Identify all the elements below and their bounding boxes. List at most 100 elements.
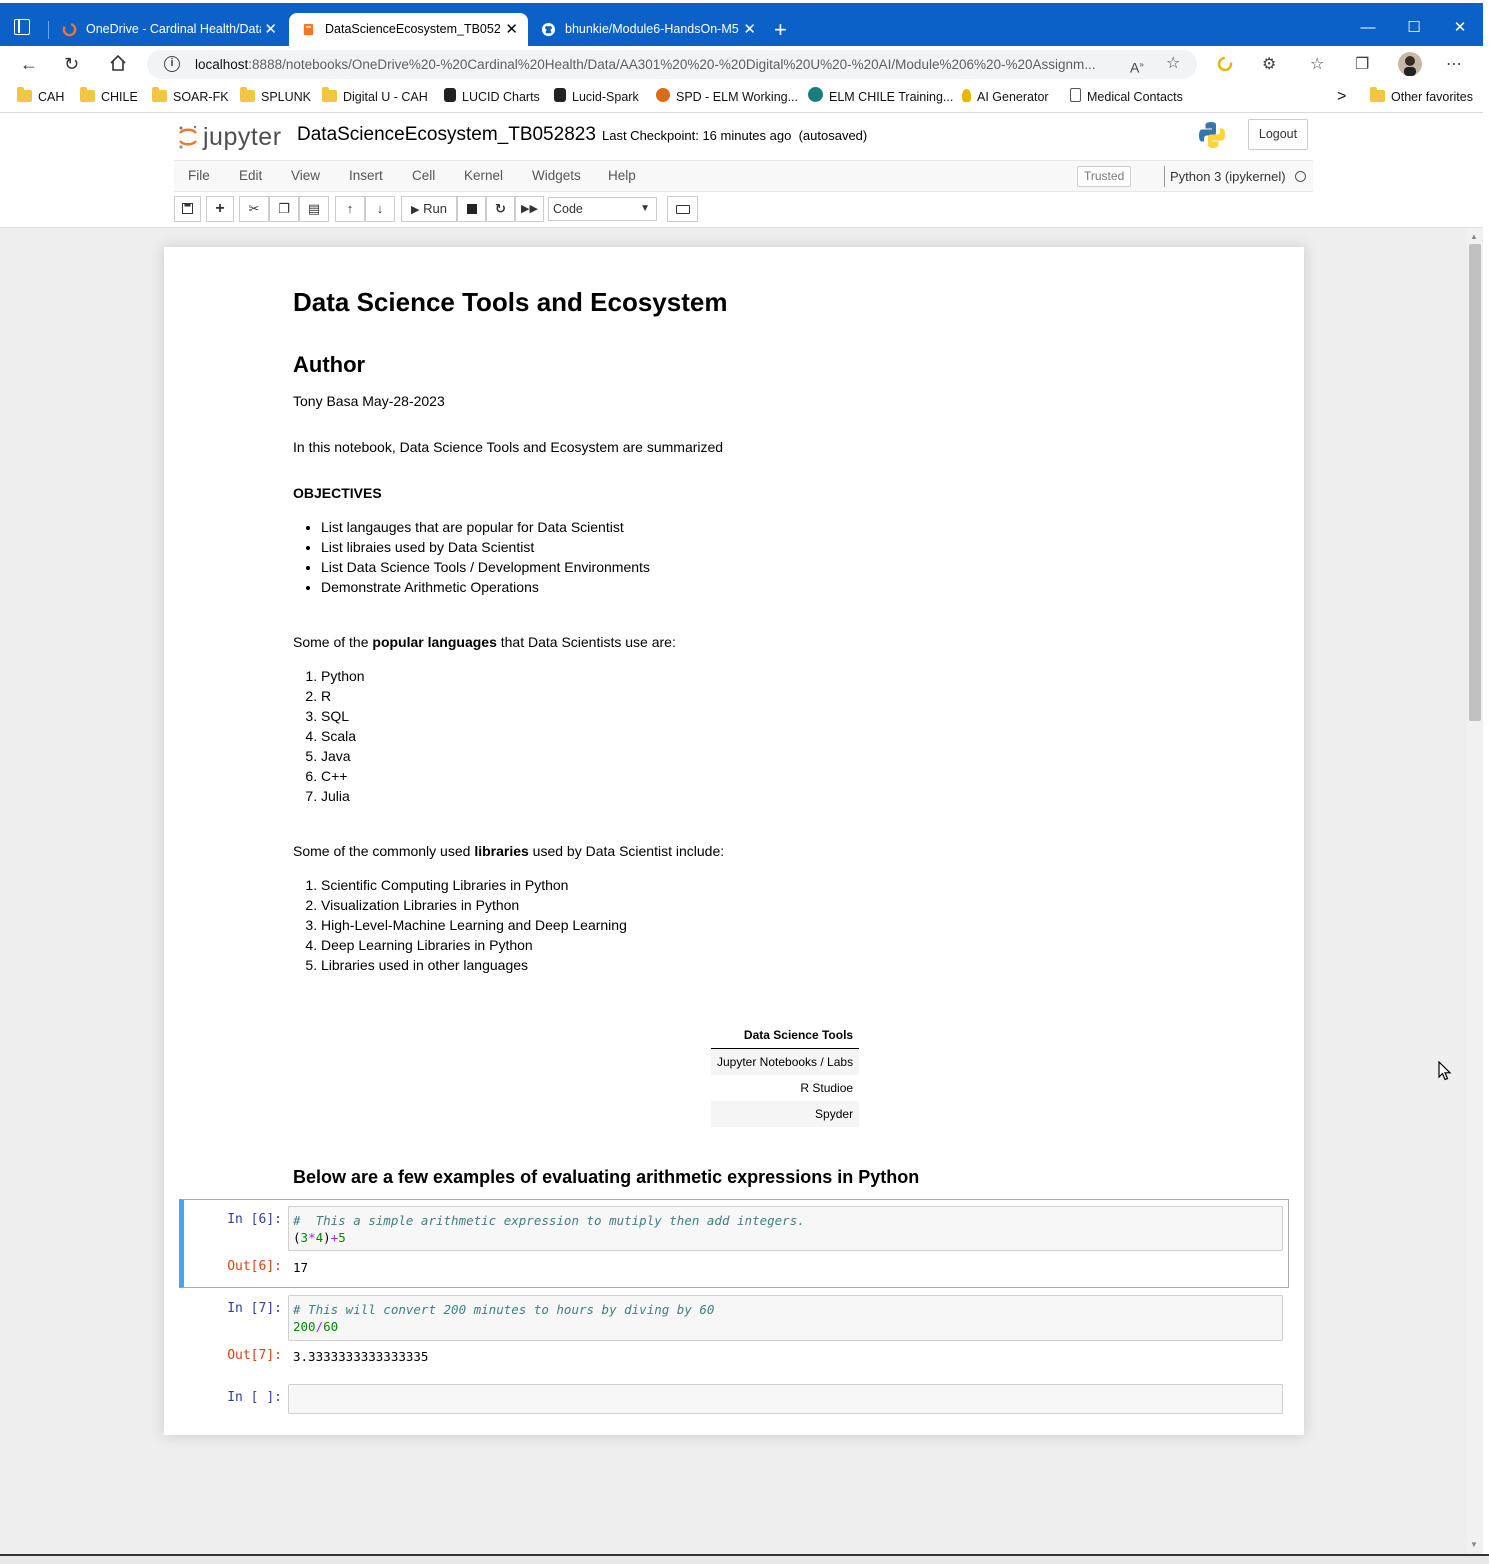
jupyter-wordmark: jupyter [203,123,282,151]
onedrive-icon [62,22,77,37]
back-arrow-icon[interactable]: ← [20,54,38,74]
tab-onedrive[interactable]: OneDrive - Cardinal Health/Data ✕ [50,13,287,46]
libraries-list: Scientific Computing Libraries in Python… [293,875,627,975]
bookmark-spd-elm[interactable]: SPD - ELM Working... [656,83,798,111]
list-item: Julia [321,786,365,806]
command-palette-button[interactable] [667,196,698,222]
arrow-down-icon: ↓ [376,201,384,216]
jupyter-icon [303,23,314,36]
insert-cell-button[interactable]: + [206,196,234,222]
input-prompt: In [6]: [227,1212,282,1227]
cell-output: 3.3333333333333335 [293,1349,429,1364]
window-close-button[interactable]: ✕ [1438,13,1482,43]
maximize-button[interactable]: ☐ [1392,13,1436,43]
folder-icon [240,87,255,102]
scrollbar[interactable]: ▲ ▼ [1467,228,1483,1554]
cell-type-select[interactable]: Code ▼ [548,197,657,221]
site-info-icon[interactable]: i [164,56,180,72]
list-item: List libraies used by Data Scientist [321,537,650,557]
code-input[interactable]: # This a simple arithmetic expression to… [288,1206,1283,1251]
code-input[interactable]: # This will convert 200 minutes to hours… [288,1295,1283,1341]
scroll-up-icon[interactable]: ▲ [1470,232,1478,241]
bookmark-elm-chile[interactable]: ELM CHILE Training... [808,83,953,111]
arithmetic-heading: Below are a few examples of evaluating a… [293,1167,920,1187]
menu-widgets[interactable]: Widgets [532,161,581,191]
chevron-right-icon[interactable]: > [1337,83,1346,111]
bookmark-cah[interactable]: CAH [17,83,64,111]
bookmark-soar-fk[interactable]: SOAR-FK [152,83,229,111]
folder-icon [152,87,167,102]
extensions-icon[interactable]: ⚙ [1262,55,1276,75]
save-button[interactable] [174,196,201,222]
page-icon [1070,88,1081,102]
menu-insert[interactable]: Insert [349,161,383,191]
menu-bar: File Edit View Insert Cell Kernel Widget… [174,160,1313,192]
bookmark-ai-generator[interactable]: AI Generator [962,83,1049,111]
bookmark-digital-u[interactable]: Digital U - CAH [322,83,428,111]
close-icon[interactable]: ✕ [743,13,756,46]
more-menu-icon[interactable]: ⋯ [1446,55,1462,75]
run-button[interactable]: ▶ Run [401,196,457,222]
list-item: List Data Science Tools / Development En… [321,557,650,577]
notebook-toolbar: + ✂ ❐ ▤ ↑ ↓ ▶ Run ↻ ▶▶ Code ▼ [174,196,1313,224]
bookmark-lucid-charts[interactable]: LUCID Charts [444,83,540,111]
new-tab-button[interactable]: + [774,13,787,46]
menu-view[interactable]: View [291,161,320,191]
arrow-up-icon: ↑ [346,201,354,216]
url-text[interactable]: localhost:8888/notebooks/OneDrive%20-%20… [195,50,1120,79]
plus-icon: + [215,200,225,217]
menu-kernel[interactable]: Kernel [464,161,503,191]
list-item: Python [321,666,365,686]
trusted-indicator[interactable]: Trusted [1077,166,1132,187]
cut-button[interactable]: ✂ [239,196,269,222]
bookmark-medical-contacts[interactable]: Medical Contacts [1070,83,1183,111]
browser-window: OneDrive - Cardinal Health/Data ✕ DataSc… [0,0,1489,1564]
move-down-button[interactable]: ↓ [365,196,395,222]
copy-button[interactable]: ❐ [269,196,299,222]
restart-button[interactable]: ↻ [486,196,515,222]
tab-actions-icon[interactable] [14,19,30,35]
table-row: Spyder [711,1100,860,1127]
restart-run-all-button[interactable]: ▶▶ [515,196,544,222]
close-icon[interactable]: ✕ [505,13,518,46]
notebook-name[interactable]: DataScienceEcosystem_TB052823 [297,122,596,148]
paste-button[interactable]: ▤ [299,196,329,222]
folder-icon [322,87,337,102]
logout-button[interactable]: Logout [1248,119,1308,150]
scrollbar-thumb[interactable] [1469,244,1481,721]
list-item: Java [321,746,365,766]
refresh-icon[interactable]: ↻ [64,54,79,74]
empty-code-input[interactable] [288,1384,1283,1414]
favorites-icon[interactable]: ☆ [1310,55,1324,75]
scroll-down-icon[interactable]: ▼ [1470,1540,1478,1549]
lucid-icon [554,88,566,102]
interrupt-button[interactable] [457,196,486,222]
collections-icon[interactable]: ❐ [1355,55,1369,75]
menu-cell[interactable]: Cell [412,161,435,191]
url-bar[interactable]: i localhost:8888/notebooks/OneDrive%20-%… [147,50,1197,79]
list-item: Scientific Computing Libraries in Python [321,875,627,895]
bookmark-other-favorites[interactable]: Other favorites [1370,83,1473,111]
extension-refresh-icon[interactable] [1216,55,1234,73]
bookmark-chile[interactable]: CHILE [80,83,138,111]
tab-notebook[interactable]: DataScienceEcosystem_TB05282 ✕ [289,13,528,46]
kernel-name[interactable]: Python 3 (ipykernel) [1164,166,1286,187]
table-row: Jupyter Notebooks / Labs [711,1048,860,1075]
tab-github[interactable]: bhunkie/Module6-HandsOn-M5 ✕ [529,13,766,46]
table-row: R Studioe [711,1075,859,1101]
add-favorite-icon[interactable]: ☆ [1166,54,1180,74]
menu-file[interactable]: File [188,161,210,191]
minimize-button[interactable]: — [1346,13,1390,43]
avatar[interactable] [1398,52,1422,76]
bookmark-lucid-spark[interactable]: Lucid-Spark [554,83,639,111]
menu-help[interactable]: Help [608,161,636,191]
move-up-button[interactable]: ↑ [335,196,365,222]
home-icon[interactable] [109,54,127,72]
kernel-status-icon [1295,171,1306,182]
read-aloud-icon[interactable]: A» [1130,55,1144,78]
paste-icon: ▤ [307,201,321,216]
keyboard-icon [675,205,690,214]
bookmark-splunk[interactable]: SPLUNK [240,83,311,111]
close-icon[interactable]: ✕ [264,13,277,46]
menu-edit[interactable]: Edit [239,161,262,191]
